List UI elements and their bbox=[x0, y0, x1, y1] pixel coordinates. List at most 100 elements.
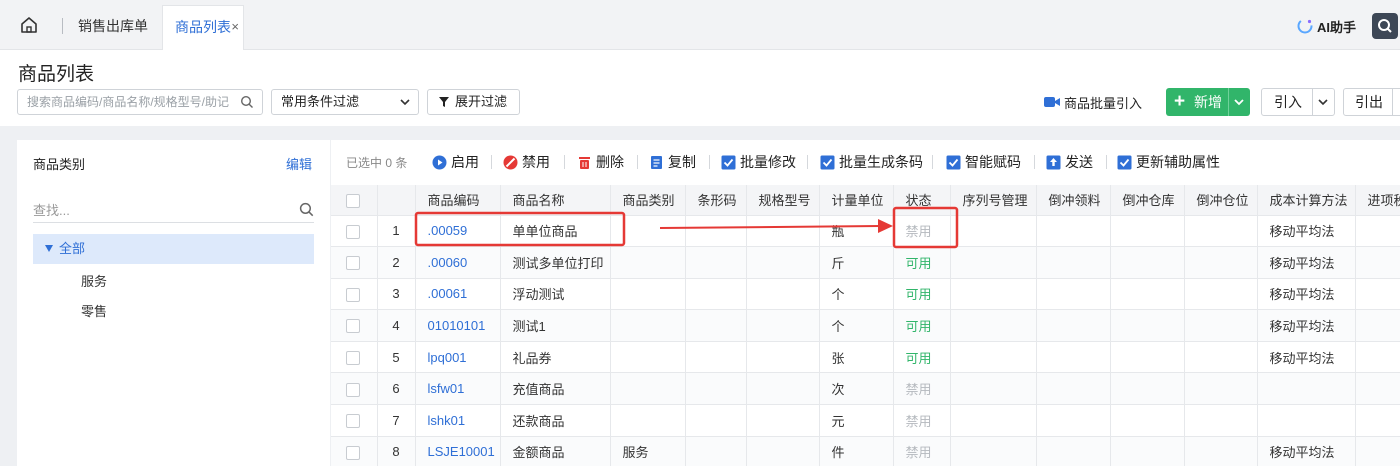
product-code-link[interactable]: lshk01 bbox=[415, 404, 501, 437]
table-row[interactable]: 1.00059 单单位商品 瓶禁用 移动平均法 bbox=[331, 215, 1400, 248]
column-header-backflush-warehouse[interactable]: 倒冲仓库 bbox=[1110, 185, 1185, 216]
home-icon[interactable] bbox=[18, 14, 40, 36]
checkbox[interactable] bbox=[346, 256, 360, 271]
column-header-code[interactable]: 商品编码 bbox=[415, 185, 501, 216]
column-header-cost-method[interactable]: 成本计算方法 bbox=[1257, 185, 1356, 216]
row-checkbox[interactable] bbox=[331, 278, 378, 311]
table-row[interactable]: 8 LSJE10001 金额商品 服务 件禁用 移动平均法 bbox=[331, 436, 1400, 466]
table-row[interactable]: 7 lshk01 还款商品 元禁用 bbox=[331, 404, 1400, 437]
product-search-input[interactable] bbox=[18, 90, 238, 114]
batch-edit-button[interactable]: 批量修改 bbox=[721, 152, 796, 172]
tab-sales-outbound[interactable]: 销售出库单 bbox=[66, 5, 160, 50]
select-all-checkbox[interactable] bbox=[331, 185, 378, 216]
table-row[interactable]: 5 lpq001 礼品券 张可用 移动平均法 bbox=[331, 341, 1400, 374]
batch-import-button[interactable]: 商品批量引入 bbox=[1044, 92, 1142, 112]
update-aux-attr-button[interactable]: 更新辅助属性 bbox=[1117, 152, 1220, 172]
new-dropdown-toggle[interactable] bbox=[1228, 88, 1250, 116]
row-number: 3 bbox=[377, 278, 416, 311]
row-checkbox[interactable] bbox=[331, 404, 378, 437]
enable-button[interactable]: 启用 bbox=[432, 152, 479, 172]
caret-down-icon[interactable] bbox=[45, 245, 53, 252]
column-header-spec[interactable]: 规格型号 bbox=[746, 185, 820, 216]
column-header-input-tax[interactable]: 进项税 bbox=[1355, 185, 1400, 216]
product-code-link[interactable]: .00060 bbox=[415, 246, 501, 279]
smart-coding-button[interactable]: 智能赋码 bbox=[946, 152, 1021, 172]
row-checkbox[interactable] bbox=[331, 436, 378, 466]
column-header-name[interactable]: 商品名称 bbox=[500, 185, 611, 216]
row-checkbox[interactable] bbox=[331, 341, 378, 374]
backflush-location-cell bbox=[1184, 309, 1258, 342]
product-spec bbox=[746, 246, 820, 279]
product-barcode bbox=[685, 278, 747, 311]
filter-select-value: 常用条件过滤 bbox=[281, 94, 360, 109]
ai-assistant-button[interactable]: AI助手 bbox=[1296, 14, 1356, 38]
column-header-backflush-issue[interactable]: 倒冲领料 bbox=[1036, 185, 1111, 216]
edit-category-link[interactable]: 编辑 bbox=[286, 154, 312, 173]
checkbox[interactable] bbox=[346, 414, 360, 429]
checkbox[interactable] bbox=[346, 224, 360, 239]
row-checkbox[interactable] bbox=[331, 246, 378, 279]
cost-method: 移动平均法 bbox=[1257, 341, 1356, 374]
disable-button[interactable]: 禁用 bbox=[503, 152, 550, 172]
checkbox[interactable] bbox=[346, 445, 360, 460]
column-header-category[interactable]: 商品类别 bbox=[610, 185, 686, 216]
row-number: 6 bbox=[377, 372, 416, 406]
delete-button[interactable]: 删除 bbox=[577, 152, 624, 172]
product-code-link[interactable]: .00059 bbox=[415, 215, 501, 248]
backflush-issue-cell bbox=[1036, 246, 1111, 279]
toolbar-separator bbox=[637, 155, 638, 169]
export-dropdown-toggle[interactable] bbox=[1392, 89, 1393, 115]
export-button[interactable]: 引出 bbox=[1343, 88, 1400, 116]
column-header-unit[interactable]: 计量单位 bbox=[819, 185, 894, 216]
product-code-link[interactable]: LSJE10001 bbox=[415, 436, 501, 466]
global-search-button[interactable] bbox=[1372, 13, 1398, 39]
column-header-status[interactable]: 状态 bbox=[893, 185, 951, 216]
search-icon[interactable] bbox=[299, 202, 314, 217]
product-code-link[interactable]: 01010101 bbox=[415, 309, 501, 342]
column-header-serial[interactable]: 序列号管理 bbox=[950, 185, 1037, 216]
copy-button[interactable]: 复制 bbox=[649, 152, 696, 172]
search-icon[interactable] bbox=[240, 95, 254, 109]
checkbox[interactable] bbox=[346, 382, 360, 397]
table-row[interactable]: 4 01010101 测试1 个可用 移动平均法 bbox=[331, 309, 1400, 342]
cost-method: 移动平均法 bbox=[1257, 246, 1356, 279]
table-row[interactable]: 6 lsfw01 充值商品 次禁用 bbox=[331, 372, 1400, 406]
product-code-link[interactable]: lsfw01 bbox=[415, 372, 501, 406]
product-unit: 个 bbox=[819, 278, 894, 311]
send-button[interactable]: 发送 bbox=[1046, 152, 1093, 172]
column-header-barcode[interactable]: 条形码 bbox=[685, 185, 747, 216]
tree-node-service[interactable]: 服务 bbox=[81, 271, 107, 290]
backflush-issue-cell bbox=[1036, 215, 1111, 248]
column-header-backflush-location[interactable]: 倒冲仓位 bbox=[1184, 185, 1258, 216]
common-filter-select[interactable]: 常用条件过滤 bbox=[271, 89, 419, 115]
row-checkbox[interactable] bbox=[331, 215, 378, 248]
product-status: 可用 bbox=[893, 278, 951, 311]
tree-node-retail[interactable]: 零售 bbox=[81, 301, 107, 320]
category-search-box[interactable] bbox=[33, 198, 314, 223]
row-checkbox[interactable] bbox=[331, 372, 378, 406]
batch-import-label: 商品批量引入 bbox=[1064, 95, 1143, 111]
checkbox[interactable] bbox=[346, 287, 360, 302]
toolbar-separator bbox=[1106, 155, 1107, 169]
import-button[interactable]: 引入 bbox=[1261, 88, 1335, 116]
batch-barcode-button[interactable]: 批量生成条码 bbox=[820, 152, 923, 172]
close-icon[interactable]: × bbox=[231, 6, 239, 48]
import-dropdown-toggle[interactable] bbox=[1312, 89, 1334, 115]
row-checkbox[interactable] bbox=[331, 309, 378, 342]
tab-product-list[interactable]: 商品列表 × bbox=[162, 5, 244, 51]
checkbox[interactable] bbox=[346, 319, 360, 334]
product-search-box[interactable] bbox=[17, 89, 263, 115]
new-button[interactable]: + 新增 bbox=[1166, 88, 1250, 116]
table-row[interactable]: 3.00061 浮动测试 个可用 移动平均法 bbox=[331, 278, 1400, 311]
expand-filter-button[interactable]: 展开过滤 bbox=[427, 89, 520, 115]
cost-method bbox=[1257, 404, 1356, 437]
row-number: 5 bbox=[377, 341, 416, 374]
table-row[interactable]: 2.00060 测试多单位打印 斤可用 移动平均法 bbox=[331, 246, 1400, 279]
row-number: 2 bbox=[377, 246, 416, 279]
category-search-input[interactable] bbox=[33, 198, 283, 222]
tree-node-all[interactable]: 全部 bbox=[33, 234, 314, 264]
product-code-link[interactable]: lpq001 bbox=[415, 341, 501, 374]
serial-management-cell bbox=[950, 436, 1037, 466]
product-code-link[interactable]: .00061 bbox=[415, 278, 501, 311]
checkbox[interactable] bbox=[346, 350, 360, 365]
